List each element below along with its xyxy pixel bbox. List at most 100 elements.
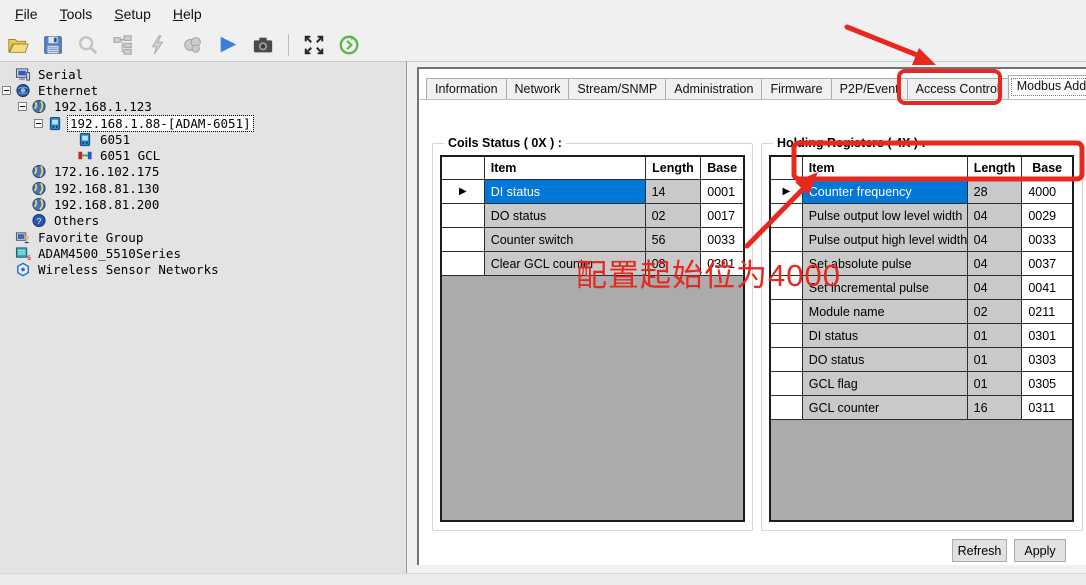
tab-stream-snmp[interactable]: Stream/SNMP (568, 78, 666, 99)
cell-length[interactable]: 02 (646, 204, 702, 228)
holding-row-pulse-output-high-level-width[interactable]: Pulse output high level width040033 (771, 228, 1072, 252)
cell-base[interactable]: 0037 (1022, 252, 1072, 276)
cell-base[interactable]: 0041 (1022, 276, 1072, 300)
tab-network[interactable]: Network (506, 78, 570, 99)
cell-item[interactable]: Counter switch (485, 228, 646, 252)
tree-item-label[interactable]: Wireless Sensor Networks (36, 262, 221, 277)
cell-item[interactable]: DI status (803, 324, 968, 348)
expand-icon[interactable] (302, 33, 326, 57)
play-icon[interactable] (216, 33, 240, 57)
tree-item-label[interactable]: Others (52, 213, 101, 228)
holding-row-gcl-flag[interactable]: GCL flag010305 (771, 372, 1072, 396)
tree-expander-minus-icon[interactable] (2, 86, 11, 95)
cell-base[interactable]: 0301 (1022, 324, 1072, 348)
coils-row-counter-switch[interactable]: Counter switch560033 (442, 228, 743, 252)
cell-base[interactable]: 0033 (701, 228, 743, 252)
cell-length[interactable]: 01 (968, 372, 1023, 396)
tree-item-6051[interactable]: 6051 (0, 131, 406, 147)
row-selector-cell[interactable] (771, 324, 803, 348)
tree-item-label[interactable]: Ethernet (36, 83, 100, 98)
tree-item-label[interactable]: 192.168.1.88-[ADAM-6051] (68, 116, 253, 131)
row-selector-cell[interactable] (771, 252, 803, 276)
coils-row-clear-gcl-counter[interactable]: Clear GCL counter080301 (442, 252, 743, 276)
cell-length[interactable]: 01 (968, 348, 1023, 372)
cell-length[interactable]: 56 (646, 228, 702, 252)
cell-item[interactable]: Module name (803, 300, 968, 324)
cell-base[interactable]: 0017 (701, 204, 743, 228)
tree-item-label[interactable]: 192.168.81.200 (52, 197, 161, 212)
row-selector-cell[interactable] (442, 228, 485, 252)
tab-modbus-address[interactable]: Modbus Address (1008, 75, 1086, 99)
row-selector-cell[interactable] (442, 252, 485, 276)
search-icon[interactable] (76, 33, 100, 57)
cell-item[interactable]: Pulse output high level width (803, 228, 968, 252)
cell-length[interactable]: 16 (968, 396, 1023, 420)
cell-base[interactable]: 4000 (1022, 180, 1072, 204)
holding-row-set-incremental-pulse[interactable]: Set incremental pulse040041 (771, 276, 1072, 300)
tab-access-control[interactable]: Access Control (907, 78, 1009, 99)
cell-base[interactable]: 0305 (1022, 372, 1072, 396)
tree-item-label[interactable]: 192.168.81.130 (52, 181, 161, 196)
tree-item-192-168-81-200[interactable]: 192.168.81.200 (0, 196, 406, 212)
holding-row-set-absolute-pulse[interactable]: Set absolute pulse040037 (771, 252, 1072, 276)
cell-base[interactable]: 0211 (1022, 300, 1072, 324)
stamp-icon[interactable] (181, 33, 205, 57)
row-selector-cell[interactable] (442, 204, 485, 228)
coils-row-do-status[interactable]: DO status020017 (442, 204, 743, 228)
tree-item-label[interactable]: 192.168.1.123 (52, 99, 154, 114)
tree-item-adam4500-5510series[interactable]: 5ADAM4500_5510Series (0, 245, 406, 261)
tree-item-label[interactable]: Favorite Group (36, 230, 145, 245)
tree-item-label[interactable]: 6051 (98, 132, 132, 147)
refresh-circle-icon[interactable] (337, 33, 361, 57)
holding-row-di-status[interactable]: DI status010301 (771, 324, 1072, 348)
cell-length[interactable]: 04 (968, 204, 1023, 228)
cell-base[interactable]: 0001 (701, 180, 743, 204)
holding-row-gcl-counter[interactable]: GCL counter160311 (771, 396, 1072, 420)
tree-item-172-16-102-175[interactable]: 172.16.102.175 (0, 164, 406, 180)
tree-item-6051-gcl[interactable]: 6051 GCL (0, 147, 406, 163)
refresh-button[interactable]: Refresh (952, 539, 1007, 562)
cell-length[interactable]: 04 (968, 276, 1023, 300)
cell-item[interactable]: Set absolute pulse (803, 252, 968, 276)
cell-item[interactable]: DO status (485, 204, 646, 228)
holding-row-counter-frequency[interactable]: ▶Counter frequency284000 (771, 180, 1072, 204)
row-selector-cell[interactable] (771, 276, 803, 300)
tab-information[interactable]: Information (426, 78, 507, 99)
save-icon[interactable] (41, 33, 65, 57)
cell-length[interactable]: 01 (968, 324, 1023, 348)
apply-button[interactable]: Apply (1014, 539, 1066, 562)
menu-tools[interactable]: Tools (49, 2, 104, 26)
cell-length[interactable]: 08 (646, 252, 702, 276)
tree-item-ethernet[interactable]: Ethernet (0, 82, 406, 98)
cell-length[interactable]: 28 (968, 180, 1023, 204)
coils-row-di-status[interactable]: ▶DI status140001 (442, 180, 743, 204)
cell-length[interactable]: 02 (968, 300, 1023, 324)
cell-base[interactable]: 0029 (1022, 204, 1072, 228)
row-selector-cell[interactable]: ▶ (442, 180, 485, 204)
tab-p2p-event[interactable]: P2P/Event (831, 78, 908, 99)
cell-item[interactable]: Pulse output low level width (803, 204, 968, 228)
lightning-icon[interactable] (146, 33, 170, 57)
tree-item-label[interactable]: ADAM4500_5510Series (36, 246, 183, 261)
tree-item-serial[interactable]: Serial (0, 66, 406, 82)
camera-icon[interactable] (251, 33, 275, 57)
tab-firmware[interactable]: Firmware (761, 78, 831, 99)
row-selector-cell[interactable] (771, 228, 803, 252)
tree-item-others[interactable]: ?Others (0, 213, 406, 229)
cell-base[interactable]: 0311 (1022, 396, 1072, 420)
menu-setup[interactable]: Setup (103, 2, 162, 26)
cell-item[interactable]: Set incremental pulse (803, 276, 968, 300)
cell-item[interactable]: Clear GCL counter (485, 252, 646, 276)
cell-base[interactable]: 0301 (701, 252, 743, 276)
row-selector-cell[interactable] (771, 396, 803, 420)
menu-file[interactable]: File (4, 2, 49, 26)
tree-item-favorite-group[interactable]: Favorite Group (0, 229, 406, 245)
tree-item-label[interactable]: 6051 GCL (98, 148, 162, 163)
cell-item[interactable]: GCL counter (803, 396, 968, 420)
row-selector-cell[interactable] (771, 348, 803, 372)
row-selector-cell[interactable]: ▶ (771, 180, 803, 204)
cell-length[interactable]: 04 (968, 228, 1023, 252)
row-selector-cell[interactable] (771, 372, 803, 396)
tree-item-wireless-sensor-networks[interactable]: Wireless Sensor Networks (0, 262, 406, 278)
cell-base[interactable]: 0303 (1022, 348, 1072, 372)
